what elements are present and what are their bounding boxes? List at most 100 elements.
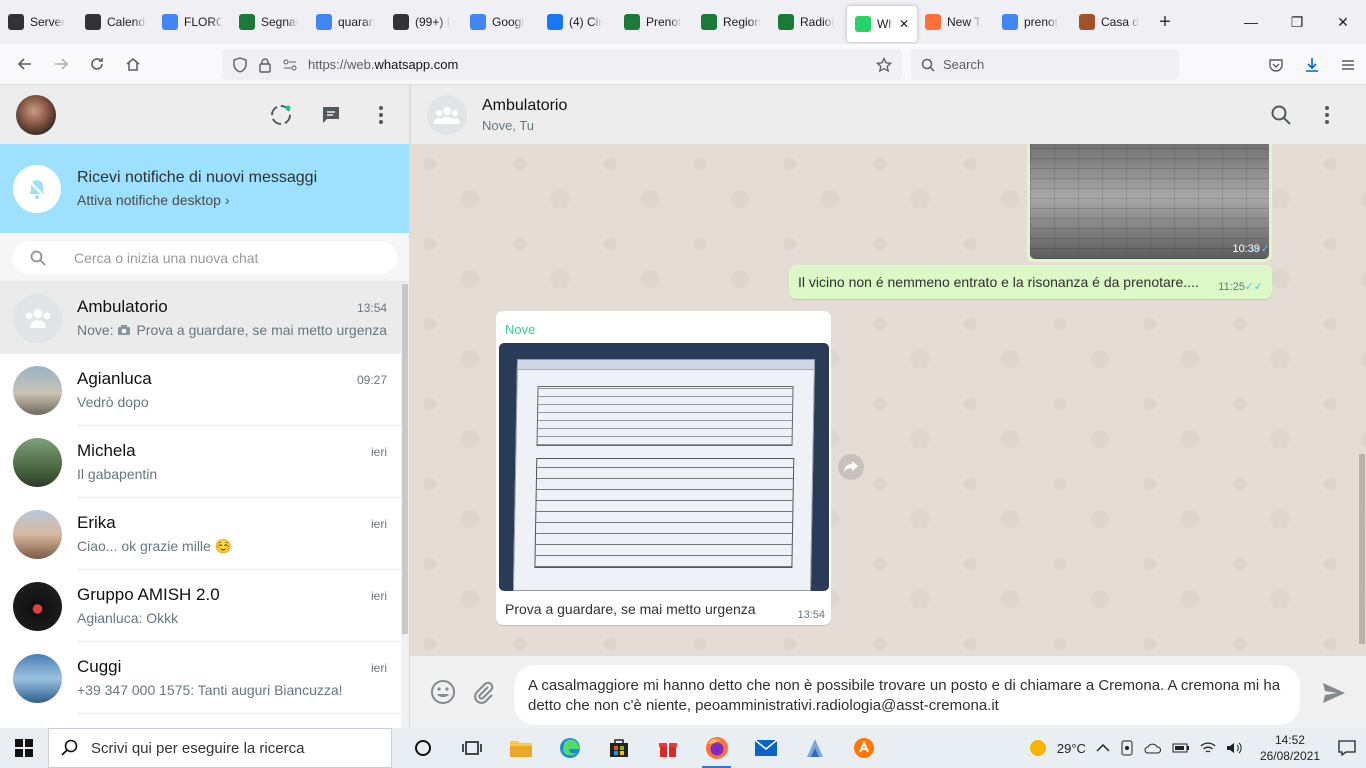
status-icon[interactable] [269, 103, 293, 127]
chat-avatar[interactable] [13, 581, 62, 631]
new-tab-button[interactable]: + [1148, 11, 1182, 34]
edge-button[interactable] [545, 728, 594, 768]
url-text: https://web.whatsapp.com [308, 57, 458, 72]
browser-tab[interactable]: Casa d [1071, 4, 1148, 40]
store-button[interactable] [594, 728, 643, 768]
file-explorer-button[interactable] [496, 728, 545, 768]
task-view-button[interactable] [447, 728, 496, 768]
notifications-icon[interactable] [1338, 739, 1356, 757]
message-input[interactable]: A casalmaggiore mi hanno detto che non è… [514, 665, 1300, 725]
my-avatar[interactable] [16, 94, 56, 135]
browser-tab-label: New T [947, 15, 982, 29]
home-button[interactable] [116, 49, 150, 79]
windows-taskbar: Scrivi qui per eseguire la ricerca 29°C … [0, 728, 1366, 768]
browser-tab[interactable]: (4) Cir [539, 4, 616, 40]
menu-button[interactable] [1330, 49, 1366, 80]
search-icon[interactable] [1270, 104, 1292, 126]
chat-list-item[interactable]: Erika ieri Ciao... ok grazie mille ☺️ [0, 498, 402, 570]
attach-button[interactable] [468, 680, 498, 704]
message-sender: Nove [505, 322, 536, 337]
browser-tab[interactable]: Radiol [770, 4, 847, 40]
chat-list-item[interactable]: Gruppo AMISH 2.0 ieri Agianluca: Okkk [0, 570, 402, 642]
chat-search-input[interactable]: Cerca o inizia una nuova chat [12, 241, 397, 274]
conversation-header[interactable]: Ambulatorio Nove, Tu [410, 85, 1366, 144]
browser-search-bar[interactable]: Search [911, 49, 1179, 80]
forward-button[interactable] [44, 49, 78, 79]
clock[interactable]: 14:52 26/08/2021 [1260, 732, 1320, 764]
outgoing-image-message[interactable]: 10:39 ✓✓ [1027, 144, 1272, 262]
chat-list-item[interactable]: Ambulatorio 13:54 Nove: Prova a guardare, … [0, 282, 402, 354]
more-options-icon[interactable] [369, 103, 393, 127]
back-button[interactable] [8, 49, 42, 79]
cortana-button[interactable] [398, 728, 447, 768]
start-button[interactable] [0, 739, 48, 757]
enable-notifications-link[interactable]: Attiva notifiche desktop › [77, 192, 317, 208]
forward-button[interactable] [838, 454, 864, 480]
browser-tab[interactable]: Googl [462, 4, 539, 40]
chat-name: Gruppo AMISH 2.0 [77, 585, 220, 604]
message-text: Il vicino non é nemmeno entrato e la ris… [798, 274, 1199, 290]
chat-list-item[interactable]: Michela ieri Il gabapentin [0, 426, 402, 498]
shield-icon [1079, 14, 1095, 30]
message-list-scrollbar[interactable] [1358, 144, 1366, 656]
mail-button[interactable] [741, 728, 790, 768]
incoming-image-message[interactable]: Nove Prova a guardare, se mai metto urge… [496, 311, 831, 625]
chat-item-body: Ambulatorio 13:54 Nove: Prova a guardare, … [77, 282, 402, 354]
emoji-button[interactable] [428, 679, 458, 705]
chat-list-scrollbar[interactable] [401, 282, 409, 728]
browser-tab[interactable]: Prenot [616, 4, 693, 40]
avast-button[interactable] [839, 728, 888, 768]
browser-tab[interactable]: Segnal [231, 4, 308, 40]
temperature[interactable]: 29°C [1057, 741, 1086, 756]
close-window-button[interactable]: ✕ [1320, 14, 1366, 31]
reload-icon [91, 58, 103, 70]
prescription-photo[interactable] [499, 343, 829, 591]
chat-avatar[interactable] [13, 653, 62, 703]
onedrive-cloud-icon[interactable] [1144, 742, 1162, 754]
chat-list-item[interactable]: Cuggi ieri +39 347 000 1575: Tanti auguri … [0, 642, 402, 714]
browser-tab[interactable]: Server [0, 4, 77, 40]
send-icon [1323, 683, 1345, 703]
app-button[interactable] [790, 728, 839, 768]
chat-avatar[interactable] [13, 509, 62, 559]
gift-app-button[interactable] [643, 728, 692, 768]
browser-tab[interactable]: Wh ✕ [847, 6, 917, 42]
chat-avatar[interactable] [13, 437, 62, 487]
reload-button[interactable] [80, 49, 114, 79]
chat-avatar[interactable] [13, 293, 62, 343]
browser-tab[interactable]: quaran [308, 4, 385, 40]
outgoing-text-message[interactable]: Il vicino non é nemmeno entrato e la ris… [789, 265, 1272, 299]
firefox-button[interactable] [692, 728, 741, 768]
close-tab-icon[interactable]: ✕ [899, 17, 909, 31]
outgoing-image[interactable] [1030, 144, 1269, 259]
scrollbar-thumb[interactable] [1359, 454, 1365, 644]
chat-item-header: Michela ieri [77, 441, 387, 461]
browser-tab[interactable]: FLORC [154, 4, 231, 40]
taskbar-search[interactable]: Scrivi qui per eseguire la ricerca [48, 728, 392, 768]
new-chat-icon[interactable] [319, 103, 343, 127]
maximize-button[interactable]: ❐ [1274, 14, 1320, 31]
edge-icon [559, 738, 580, 758]
volume-icon[interactable] [1226, 741, 1242, 755]
url-bar[interactable]: https://web.whatsapp.com [222, 49, 902, 80]
downloads-button[interactable] [1294, 49, 1330, 80]
browser-tab[interactable]: Region [693, 4, 770, 40]
browser-tab[interactable]: Calendario [77, 4, 154, 40]
bookmark-star-icon[interactable] [876, 56, 892, 73]
wifi-icon[interactable] [1200, 741, 1216, 755]
browser-tab[interactable]: prenot [994, 4, 1071, 40]
chat-list-item[interactable]: Agianluca 09:27 Vedrò dopo [0, 354, 402, 426]
browser-tab[interactable]: (99+) I [385, 4, 462, 40]
send-button[interactable] [1322, 682, 1346, 709]
tray-app-icon[interactable] [1120, 740, 1134, 756]
more-options-icon[interactable] [1316, 104, 1338, 126]
battery-icon[interactable] [1172, 742, 1190, 754]
chevron-up-icon[interactable] [1096, 743, 1110, 753]
group-avatar[interactable] [427, 94, 467, 135]
minimize-button[interactable]: — [1228, 14, 1274, 31]
browser-tab[interactable]: New T [917, 4, 994, 40]
chat-avatar[interactable] [13, 365, 62, 415]
scrollbar-thumb[interactable] [402, 284, 408, 634]
notification-banner[interactable]: Ricevi notifiche di nuovi messaggi Attiv… [0, 144, 409, 233]
pocket-button[interactable] [1258, 49, 1294, 80]
